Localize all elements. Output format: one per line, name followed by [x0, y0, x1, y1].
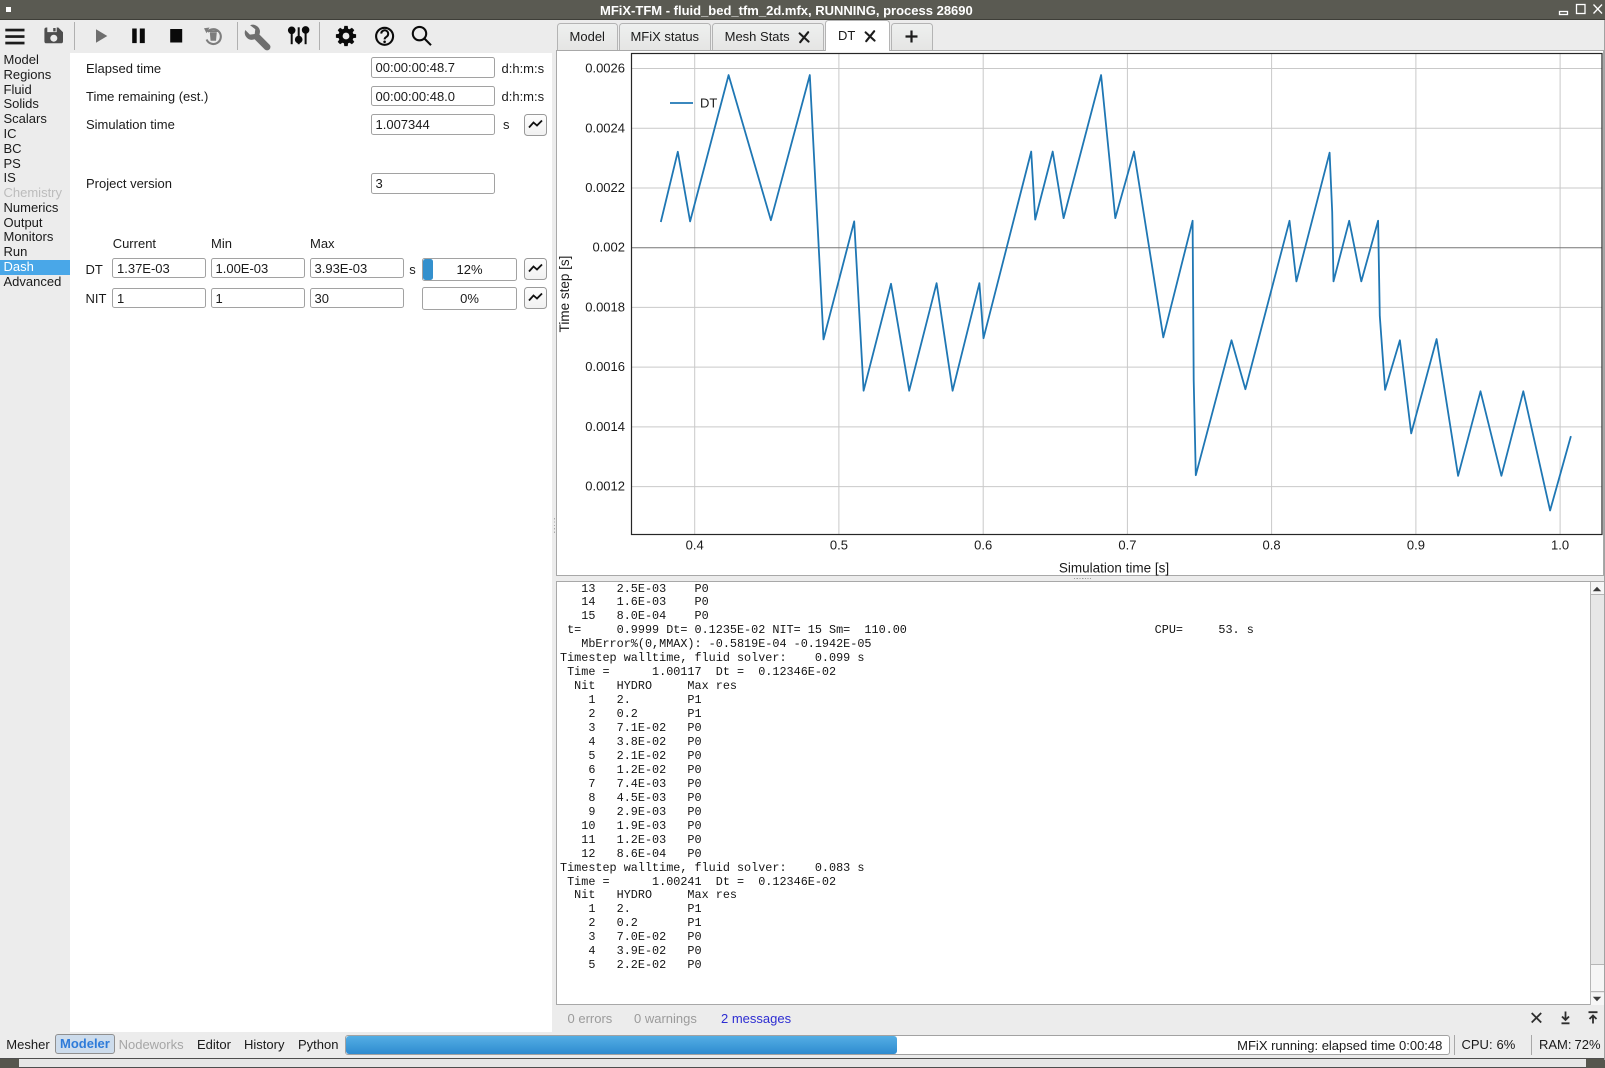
svg-text:0.7: 0.7 [1118, 538, 1136, 553]
svg-text:DT: DT [700, 96, 717, 111]
svg-text:0.8: 0.8 [1263, 538, 1281, 553]
svg-text:Time step [s]: Time step [s] [557, 256, 572, 333]
svg-text:1.0: 1.0 [1551, 538, 1569, 553]
svg-text:0.0026: 0.0026 [585, 61, 625, 76]
svg-text:0.0022: 0.0022 [585, 180, 625, 195]
svg-text:0.9: 0.9 [1407, 538, 1425, 553]
svg-text:0.002: 0.002 [592, 240, 625, 255]
svg-text:0.5: 0.5 [830, 538, 848, 553]
svg-text:Simulation time [s]: Simulation time [s] [1059, 561, 1169, 576]
svg-text:0.0018: 0.0018 [585, 299, 625, 314]
svg-text:0.0016: 0.0016 [585, 359, 625, 374]
svg-text:0.0012: 0.0012 [585, 479, 625, 494]
svg-text:0.0014: 0.0014 [585, 419, 625, 434]
svg-text:0.4: 0.4 [686, 538, 704, 553]
svg-text:0.0024: 0.0024 [585, 120, 625, 135]
svg-text:0.6: 0.6 [974, 538, 992, 553]
